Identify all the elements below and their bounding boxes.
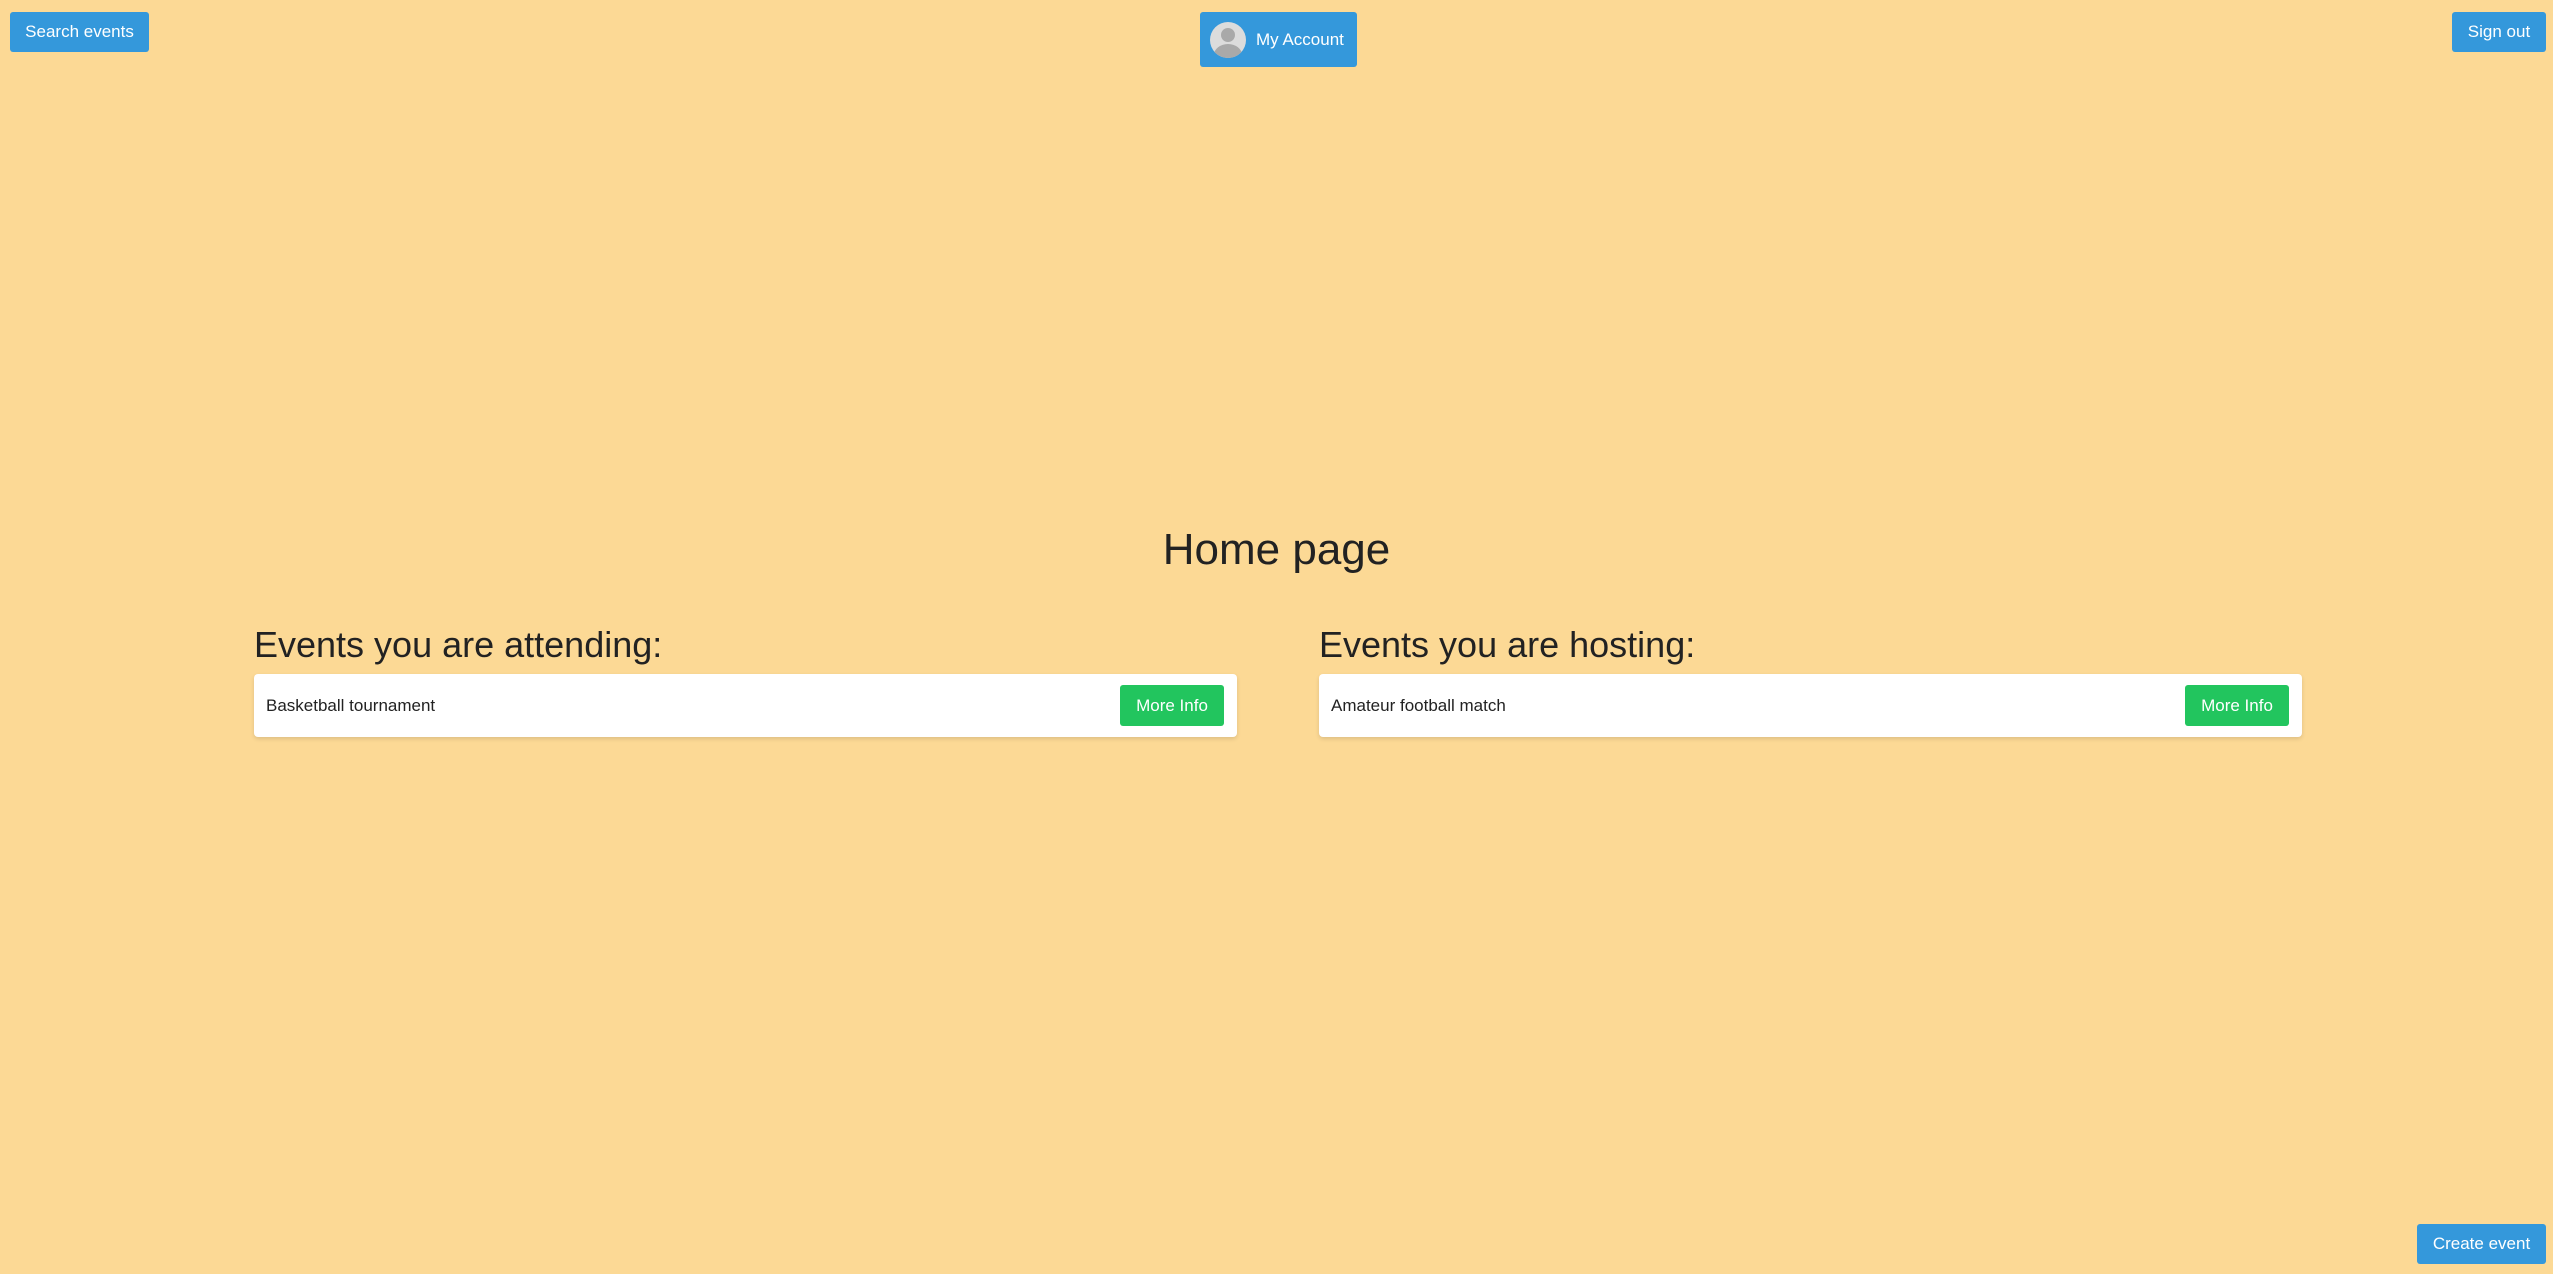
hosting-section: Events you are hosting: Amateur football…: [1319, 620, 2302, 737]
sign-out-button[interactable]: Sign out: [2452, 12, 2546, 52]
more-info-button[interactable]: More Info: [1120, 685, 1224, 726]
my-account-label: My Account: [1256, 29, 1344, 49]
page-title: Home page: [1162, 525, 1391, 574]
event-card: Amateur football match More Info: [1319, 674, 2302, 737]
user-avatar-icon: [1210, 21, 1246, 58]
attending-heading: Events you are attending:: [254, 624, 663, 665]
more-info-button[interactable]: More Info: [2185, 685, 2289, 726]
event-card: Basketball tournament More Info: [254, 674, 1237, 737]
event-name: Amateur football match: [1331, 695, 1506, 715]
attending-section: Events you are attending: Basketball tou…: [254, 620, 1237, 737]
search-events-button[interactable]: Search events: [10, 12, 149, 52]
create-event-button[interactable]: Create event: [2417, 1224, 2546, 1264]
event-name: Basketball tournament: [266, 695, 436, 715]
hosting-heading: Events you are hosting:: [1319, 624, 1696, 665]
my-account-button[interactable]: My Account: [1200, 12, 1357, 67]
